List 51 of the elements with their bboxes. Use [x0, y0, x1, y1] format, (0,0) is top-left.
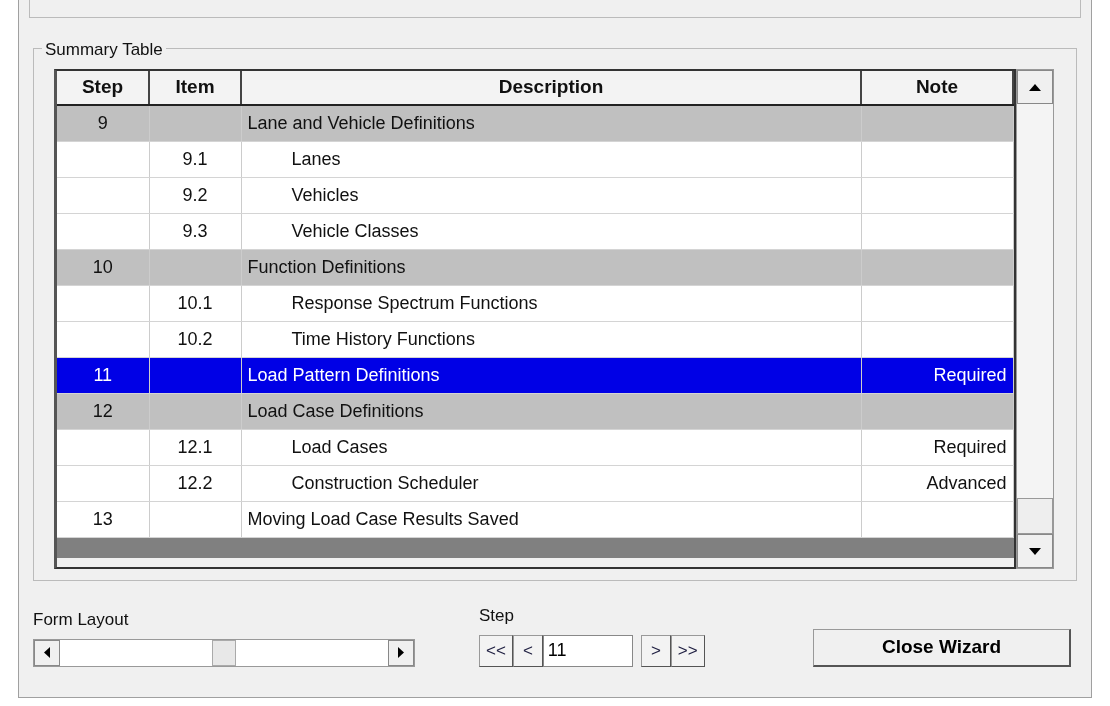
scroll-thumb[interactable]	[1017, 498, 1053, 534]
cell-text: 12.2	[177, 472, 213, 493]
scroll-up-button[interactable]	[1017, 70, 1053, 104]
cell-text: 10.2	[177, 328, 213, 349]
first-step-button[interactable]: <<	[479, 634, 513, 667]
form-layout-label: Form Layout	[33, 609, 130, 631]
cell-text: 13	[92, 508, 113, 529]
form-layout-slider[interactable]	[33, 638, 415, 667]
cell-text: 10	[92, 256, 113, 277]
cell-text: 9.1	[182, 148, 208, 169]
cell-text: Response Spectrum Functions	[291, 292, 538, 313]
column-header: Item	[149, 71, 241, 105]
previous-step-button[interactable]: <	[512, 634, 543, 667]
cell-text: Required	[933, 436, 1007, 457]
cell-text: Vehicle Classes	[291, 220, 419, 241]
scroll-right-button[interactable]	[388, 639, 414, 666]
cell-text: Time History Functions	[291, 328, 475, 349]
close-wizard-button[interactable]: Close Wizard	[813, 628, 1071, 667]
cell-text: 9	[97, 112, 108, 133]
vertical-scrollbar[interactable]	[1016, 69, 1054, 569]
column-header: Note	[861, 71, 1013, 105]
next-step-button[interactable]: >	[640, 634, 671, 667]
cell-text: Lane and Vehicle Definitions	[247, 112, 475, 133]
up-arrow-icon	[1029, 83, 1041, 91]
cell-text: 11	[93, 364, 113, 385]
cell-text: 12	[92, 400, 113, 421]
left-arrow-icon	[44, 647, 50, 658]
step-label: Step	[479, 605, 515, 627]
cell-text: Vehicles	[291, 184, 359, 205]
step-field[interactable]: 11	[542, 634, 633, 667]
slider-thumb[interactable]	[212, 639, 236, 666]
scroll-down-button[interactable]	[1017, 534, 1053, 568]
cell-text: Load Pattern Definitions	[247, 364, 440, 385]
cell-text: 9.3	[182, 220, 208, 241]
cell-text: Load Cases	[291, 436, 388, 457]
column-header: Step	[57, 71, 149, 105]
cell-text: Lanes	[291, 148, 341, 169]
cell-text: 9.2	[182, 184, 208, 205]
cell-text: 10.1	[177, 292, 213, 313]
cell-text: Load Case Definitions	[247, 400, 424, 421]
right-arrow-icon	[398, 647, 404, 658]
cell-text: Required	[933, 364, 1007, 385]
cell-text: 12.1	[177, 436, 213, 457]
column-header: Description	[241, 71, 861, 105]
scroll-left-button[interactable]	[34, 639, 60, 666]
cell-text: Moving Load Case Results Saved	[247, 508, 519, 529]
last-step-button[interactable]: >>	[670, 634, 705, 667]
cell-text: Function Definitions	[247, 256, 406, 277]
down-arrow-icon	[1029, 547, 1041, 555]
cell-text: Construction Scheduler	[291, 472, 479, 493]
cell-text: Advanced	[926, 472, 1007, 493]
